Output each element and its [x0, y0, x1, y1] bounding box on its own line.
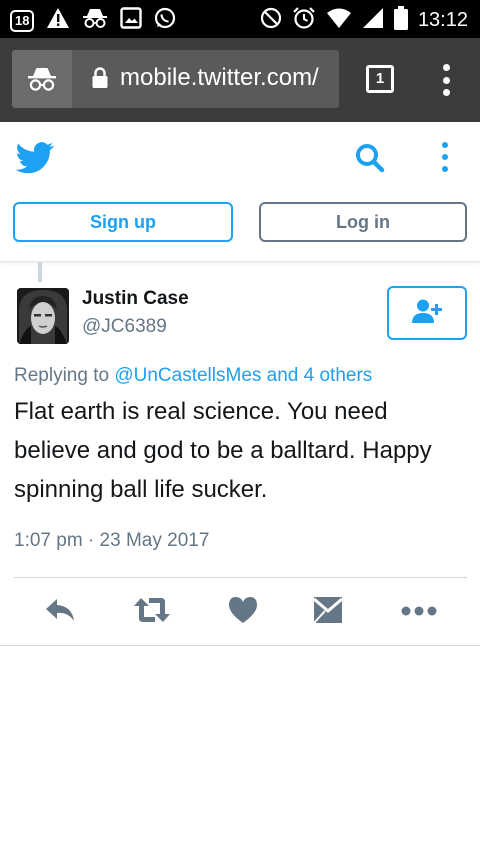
signal-icon [362, 7, 384, 34]
status-bar: 18 13:12 [0, 0, 480, 38]
more-options-icon[interactable] [440, 142, 450, 172]
thread-connector [38, 262, 42, 282]
tweet-timestamp[interactable]: 1:07 pm · 23 May 2017 [14, 530, 209, 552]
url-text: mobile.twitter.com/ [120, 64, 319, 91]
status-bar-right: 13:12 [260, 6, 468, 35]
more-icon[interactable] [401, 604, 437, 622]
author-handle[interactable]: @JC6389 [82, 316, 167, 338]
signup-button[interactable]: Sign up [13, 202, 233, 242]
notification-count-icon: 18 [10, 9, 35, 32]
replying-to: Replying to @UnCastellsMes and 4 others [14, 365, 372, 387]
url-bar[interactable]: mobile.twitter.com/ [12, 50, 339, 108]
author-name[interactable]: Justin Case [82, 288, 189, 310]
wifi-icon [326, 7, 352, 34]
status-time: 13:12 [417, 9, 468, 31]
incognito-icon [12, 50, 72, 108]
browser-toolbar: mobile.twitter.com/ 1 [0, 38, 480, 122]
status-bar-left: 18 [10, 7, 176, 34]
battery-icon [393, 6, 408, 35]
search-icon[interactable] [354, 142, 386, 179]
retweet-icon[interactable] [133, 596, 171, 629]
do-not-disturb-icon [260, 7, 282, 34]
whatsapp-icon [154, 7, 176, 34]
warning-icon [46, 7, 70, 34]
incognito-icon [82, 7, 108, 34]
avatar[interactable] [17, 288, 69, 344]
tweet-actions [0, 590, 480, 634]
tweet-text: Flat earth is real science. You need bel… [14, 398, 432, 503]
replying-prefix: Replying to [14, 365, 110, 386]
follow-user-icon [411, 298, 443, 329]
image-icon [120, 7, 143, 34]
follow-button[interactable] [387, 286, 467, 340]
divider [14, 577, 467, 578]
twitter-bird-icon[interactable] [15, 142, 54, 179]
divider [0, 645, 480, 646]
twitter-header: Sign up Log in [0, 122, 480, 262]
login-button[interactable]: Log in [259, 202, 467, 242]
reply-icon[interactable] [44, 596, 76, 629]
tab-switcher-button[interactable]: 1 [366, 65, 394, 93]
lock-icon [92, 67, 108, 94]
like-icon[interactable] [228, 596, 258, 629]
alarm-icon [292, 6, 316, 35]
direct-message-icon[interactable] [313, 596, 343, 629]
replying-targets-link[interactable]: @UnCastellsMes and 4 others [114, 365, 372, 386]
browser-menu-icon[interactable] [436, 64, 456, 96]
